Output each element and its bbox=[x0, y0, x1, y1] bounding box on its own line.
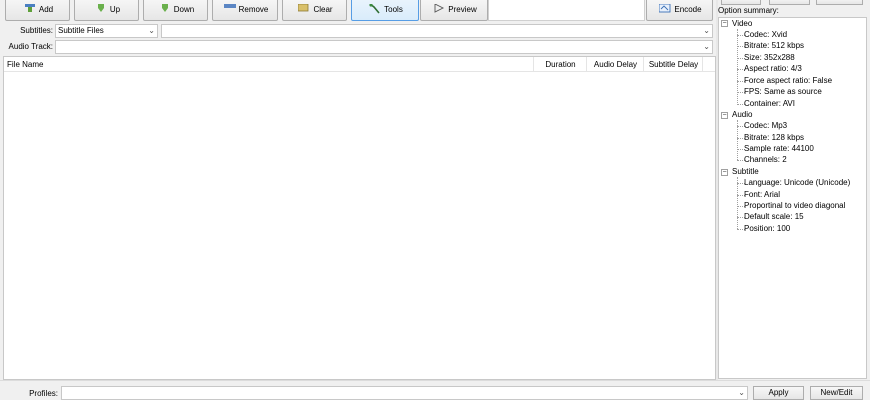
chevron-down-icon: ⌄ bbox=[703, 42, 710, 51]
tree-item-video-size[interactable]: Size: 352x288 bbox=[744, 52, 795, 63]
up-arrow-icon bbox=[95, 4, 107, 14]
file-list-header: File Name Duration Audio Delay Subtitle … bbox=[4, 57, 715, 72]
tools-label: Tools bbox=[384, 4, 403, 14]
encode-icon bbox=[658, 3, 671, 14]
option-summary-tree[interactable]: − Video Codec: Xvid Bitrate: 512 kbps Si… bbox=[718, 17, 867, 379]
tree-node-audio[interactable]: Audio bbox=[732, 109, 752, 120]
up-label: Up bbox=[109, 4, 121, 14]
down-arrow-icon bbox=[159, 4, 171, 14]
tree-item-subtitle-default-scale[interactable]: Default scale: 15 bbox=[744, 211, 804, 222]
add-button[interactable]: Add bbox=[5, 0, 70, 21]
subtitles-type-dropdown[interactable]: Subtitle Files ⌄ bbox=[55, 24, 158, 38]
chevron-down-icon: ⌄ bbox=[703, 26, 710, 35]
subtitle-expander-icon[interactable]: − bbox=[721, 169, 728, 176]
preview-label: Preview bbox=[448, 4, 477, 14]
file-list[interactable]: File Name Duration Audio Delay Subtitle … bbox=[3, 56, 716, 380]
tree-item-subtitle-font[interactable]: Font: Arial bbox=[744, 189, 780, 200]
right-panel-button-2[interactable] bbox=[769, 0, 810, 5]
tree-line bbox=[737, 177, 738, 229]
tree-item-video-fps[interactable]: FPS: Same as source bbox=[744, 86, 822, 97]
preview-button[interactable]: Preview bbox=[420, 0, 488, 21]
chevron-down-icon: ⌄ bbox=[148, 26, 155, 35]
profiles-dropdown[interactable]: ⌄ bbox=[61, 386, 748, 400]
tree-item-video-bitrate[interactable]: Bitrate: 512 kbps bbox=[744, 40, 804, 51]
tree-node-video[interactable]: Video bbox=[732, 18, 752, 29]
subtitles-type-value: Subtitle Files bbox=[58, 26, 104, 35]
audio-expander-icon[interactable]: − bbox=[721, 112, 728, 119]
tree-item-video-codec[interactable]: Codec: Xvid bbox=[744, 29, 787, 40]
column-header-subtitle-delay[interactable]: Subtitle Delay bbox=[645, 57, 703, 72]
option-summary-title: Option summary: bbox=[718, 6, 779, 15]
subtitles-file-dropdown[interactable]: ⌄ bbox=[161, 24, 713, 38]
right-panel-button-1[interactable] bbox=[721, 0, 761, 5]
column-header-file-name[interactable]: File Name bbox=[7, 57, 534, 72]
tree-item-audio-sample-rate[interactable]: Sample rate: 44100 bbox=[744, 143, 814, 154]
tree-item-audio-bitrate[interactable]: Bitrate: 128 kbps bbox=[744, 132, 804, 143]
clear-icon bbox=[298, 3, 310, 14]
apply-button[interactable]: Apply bbox=[753, 386, 804, 400]
audio-track-label: Audio Track: bbox=[8, 42, 53, 51]
tools-button[interactable]: Tools bbox=[351, 0, 419, 21]
video-expander-icon[interactable]: − bbox=[721, 20, 728, 27]
tree-item-subtitle-language[interactable]: Language: Unicode (Unicode) bbox=[744, 177, 850, 188]
subtitles-label: Subtitles: bbox=[20, 26, 53, 35]
encode-label: Encode bbox=[674, 4, 702, 14]
up-button[interactable]: Up bbox=[74, 0, 139, 21]
tree-item-video-aspect-ratio[interactable]: Aspect ratio: 4/3 bbox=[744, 63, 802, 74]
encode-button[interactable]: Encode bbox=[646, 0, 713, 21]
tree-item-audio-codec[interactable]: Codec: Mp3 bbox=[744, 120, 787, 131]
down-label: Down bbox=[173, 4, 195, 14]
remove-icon bbox=[223, 4, 236, 14]
remove-label: Remove bbox=[238, 4, 269, 14]
right-panel-button-3[interactable] bbox=[816, 0, 863, 5]
tree-item-video-force-aspect-ratio[interactable]: Force aspect ratio: False bbox=[744, 75, 832, 86]
tree-item-subtitle-position[interactable]: Position: 100 bbox=[744, 223, 790, 234]
remove-button[interactable]: Remove bbox=[212, 0, 278, 21]
column-header-duration[interactable]: Duration bbox=[535, 57, 587, 72]
tree-item-video-container[interactable]: Container: AVI bbox=[744, 98, 795, 109]
tree-line bbox=[737, 29, 738, 105]
new-edit-button[interactable]: New/Edit bbox=[810, 386, 863, 400]
play-icon bbox=[433, 3, 445, 14]
profiles-label: Profiles: bbox=[29, 389, 58, 398]
tree-node-subtitle[interactable]: Subtitle bbox=[732, 166, 759, 177]
tools-icon bbox=[369, 3, 381, 14]
add-icon bbox=[24, 4, 36, 14]
toolbar-blank-area bbox=[488, 0, 645, 21]
add-label: Add bbox=[38, 4, 54, 14]
chevron-down-icon: ⌄ bbox=[738, 388, 745, 397]
clear-label: Clear bbox=[313, 4, 333, 14]
audio-track-dropdown[interactable]: ⌄ bbox=[55, 40, 713, 54]
clear-button[interactable]: Clear bbox=[282, 0, 347, 21]
down-button[interactable]: Down bbox=[143, 0, 208, 21]
column-header-audio-delay[interactable]: Audio Delay bbox=[588, 57, 644, 72]
tree-item-audio-channels[interactable]: Channels: 2 bbox=[744, 154, 787, 165]
tree-item-subtitle-proportional[interactable]: Proportinal to video diagonal bbox=[744, 200, 845, 211]
